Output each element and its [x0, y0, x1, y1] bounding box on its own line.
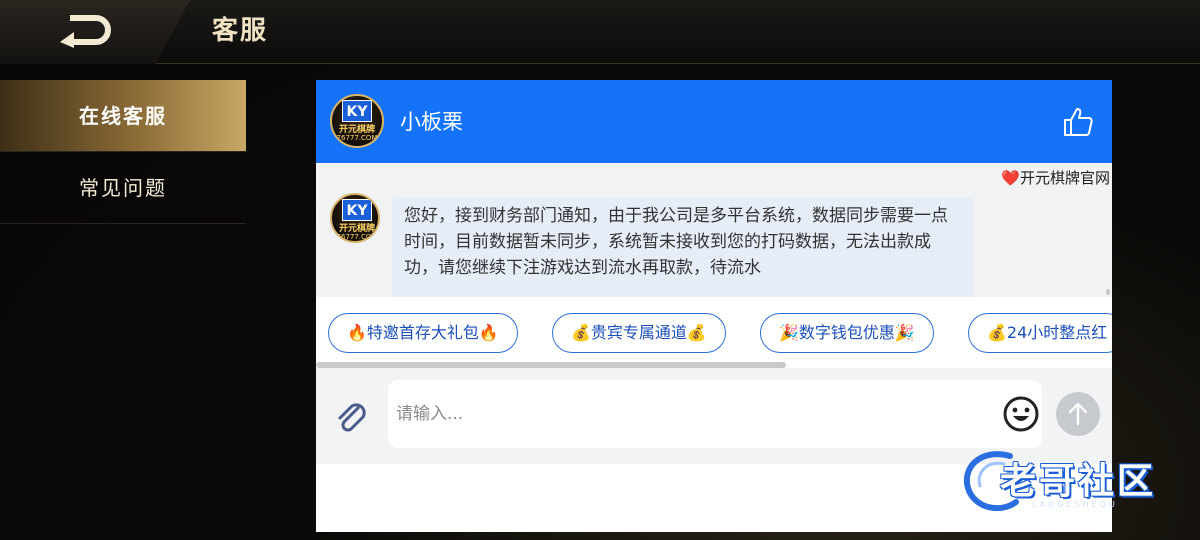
official-site-link[interactable]: ❤️开元棋牌官网 — [1001, 167, 1110, 188]
sidebar-item-online-service[interactable]: 在线客服 — [0, 80, 246, 152]
agent-avatar: KY 开元棋牌 76777.COM — [330, 94, 384, 148]
quick-reply-digital-wallet[interactable]: 🎉数字钱包优惠🎉 — [760, 313, 934, 353]
watermark-logo: 老哥社区 LAOGESHEQU — [960, 442, 1192, 524]
message-input[interactable] — [388, 380, 1042, 448]
arrow-up-icon — [1068, 402, 1088, 426]
quick-reply-vip-channel[interactable]: 💰贵宾专属通道💰 — [552, 313, 726, 353]
watermark-subtext: LAOGESHEQU — [1032, 500, 1118, 509]
top-bar: 客服 — [0, 0, 1200, 64]
sidebar-item-faq[interactable]: 常见问题 — [0, 152, 246, 224]
message-bubble: 您好，接到财务部门通知，由于我公司是多平台系统，数据同步需要一点时间，目前数据暂… — [392, 197, 974, 297]
thumbs-up-icon[interactable] — [1062, 106, 1094, 138]
message-avatar: KY 开元棋牌 76777.COM — [330, 193, 380, 243]
avatar-badge: KY — [342, 199, 372, 221]
avatar-badge: KY — [342, 100, 372, 122]
avatar-url: 76777.COM — [336, 134, 378, 142]
watermark-text: 老哥社区 — [1000, 461, 1157, 502]
back-button[interactable] — [0, 0, 190, 64]
chat-messages[interactable]: ❤️开元棋牌官网 KY 开元棋牌 76777.COM 您好，接到财务部门通知，由… — [316, 163, 1112, 297]
agent-name: 小板栗 — [400, 110, 463, 134]
emoji-icon[interactable] — [1002, 395, 1040, 433]
chat-header: KY 开元棋牌 76777.COM 小板栗 — [316, 80, 1112, 163]
page-title: 客服 — [212, 16, 269, 46]
send-button[interactable] — [1056, 392, 1100, 436]
quick-reply-first-deposit[interactable]: 🔥特邀首存大礼包🔥 — [328, 313, 518, 353]
attachment-icon[interactable] — [332, 398, 372, 438]
vertical-scrollbar[interactable] — [1106, 289, 1110, 295]
avatar-url: 76777.COM — [336, 233, 378, 241]
quick-reply-hourly-red-packet[interactable]: 💰24小时整点红 — [968, 313, 1112, 353]
sidebar: 在线客服 常见问题 — [0, 80, 246, 540]
back-arrow-icon — [60, 15, 111, 48]
